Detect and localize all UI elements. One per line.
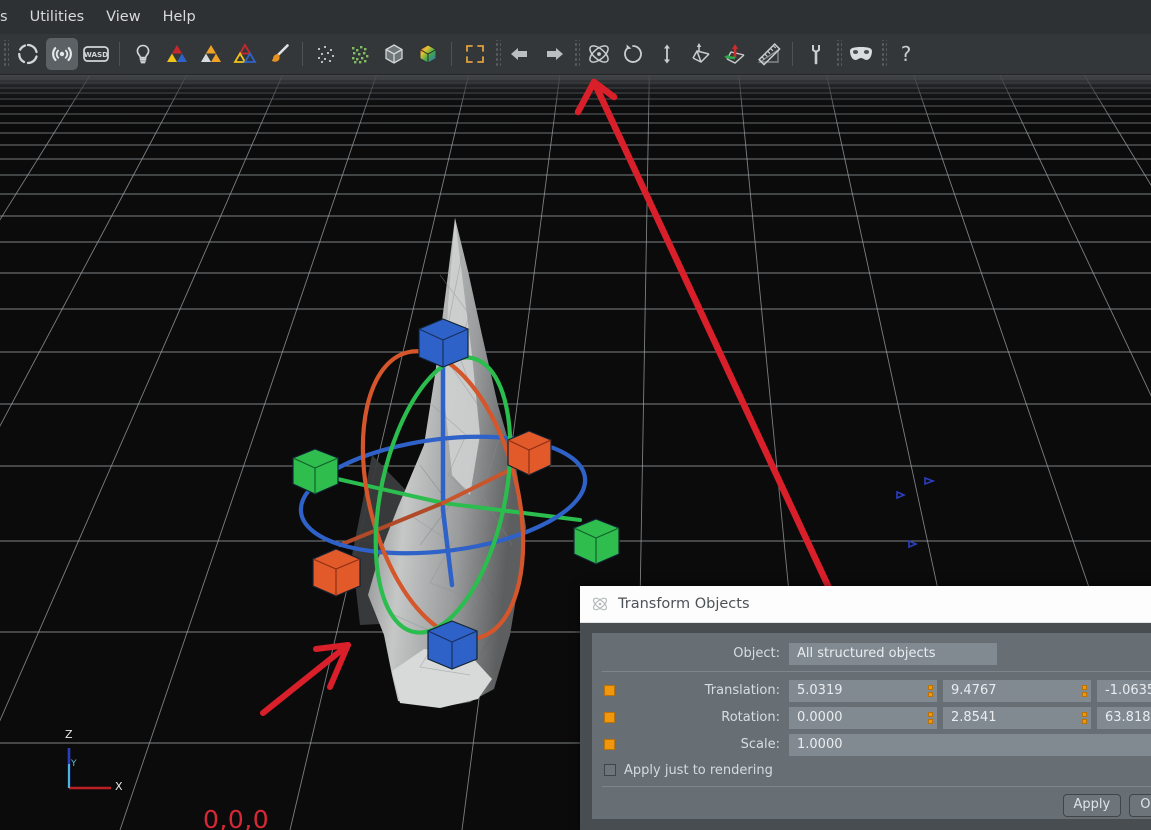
dialog-button-row: Apply OK	[592, 794, 1151, 818]
menu-view[interactable]: View	[95, 6, 151, 29]
wasd-mode-icon[interactable]: WASD	[80, 38, 112, 70]
dialog-panel: Object: All structured objects Translati…	[592, 633, 1151, 819]
menu-help[interactable]: Help	[152, 6, 207, 29]
toolbar-separator	[792, 42, 793, 66]
rotate-icon[interactable]	[617, 38, 649, 70]
translation-z-input[interactable]: -1.0635	[1097, 679, 1151, 702]
scale-axis-icon[interactable]	[651, 38, 683, 70]
rotation-label: Rotation:	[721, 710, 780, 725]
apply-button[interactable]: Apply	[1062, 794, 1122, 818]
axis-label-x: X	[115, 780, 123, 793]
rotation-x-stepper[interactable]	[923, 706, 937, 729]
axis-orientation-gizmo: Z Y X	[55, 728, 145, 800]
toolbar-grip[interactable]	[494, 40, 501, 68]
wrench-icon[interactable]	[800, 38, 832, 70]
menu-utilities[interactable]: Utilities	[19, 6, 96, 29]
sparse-points-icon[interactable]	[310, 38, 342, 70]
rotation-row: Rotation: 0.0000 2.8541 63.8186	[592, 705, 1151, 730]
apply-just-to-rendering-checkbox[interactable]	[604, 764, 616, 776]
toolbar-grip[interactable]	[880, 40, 887, 68]
light-bulb-icon[interactable]	[127, 38, 159, 70]
rotation-y-input[interactable]: 2.8541	[943, 706, 1077, 729]
mesh-color-wire-icon[interactable]	[229, 38, 261, 70]
object-row: Object: All structured objects	[592, 641, 1151, 666]
orbit-mode-icon[interactable]	[12, 38, 44, 70]
apply-just-to-rendering-label: Apply just to rendering	[624, 762, 773, 778]
toolbar-grip[interactable]	[835, 40, 842, 68]
translation-y-stepper[interactable]	[1077, 679, 1091, 702]
axis-label-z: Z	[65, 728, 73, 741]
textured-cube-icon[interactable]	[412, 38, 444, 70]
dialog-body: Object: All structured objects Translati…	[580, 623, 1151, 830]
rotation-lock-toggle[interactable]	[604, 712, 615, 723]
apply-just-to-rendering-row[interactable]: Apply just to rendering	[592, 759, 1151, 781]
solid-cube-icon[interactable]	[378, 38, 410, 70]
origin-annotation: 0,0,0	[203, 805, 270, 830]
redo-arrow-icon[interactable]	[538, 38, 570, 70]
translation-label: Translation:	[704, 683, 780, 698]
object-label: Object:	[733, 646, 780, 661]
undo-arrow-icon[interactable]	[504, 38, 536, 70]
app-window: ls Utilities View Help	[0, 0, 1151, 830]
main-toolbar: WASD ?	[0, 34, 1151, 75]
rotation-y-stepper[interactable]	[1077, 706, 1091, 729]
help-question-icon[interactable]: ?	[890, 38, 922, 70]
camera-axes-icon[interactable]	[685, 38, 717, 70]
toolbar-separator	[451, 42, 452, 66]
turntable-mode-icon[interactable]	[46, 38, 78, 70]
menu-bar: ls Utilities View Help	[0, 0, 1151, 34]
translation-x-input[interactable]: 5.0319	[789, 679, 923, 702]
set-orientation-icon[interactable]	[719, 38, 751, 70]
scale-label: Scale:	[740, 737, 780, 752]
toolbar-separator	[119, 42, 120, 66]
paintbrush-icon[interactable]	[263, 38, 295, 70]
rotation-x-input[interactable]: 0.0000	[789, 706, 923, 729]
toolbar-grip[interactable]	[573, 40, 580, 68]
dense-points-icon[interactable]	[344, 38, 376, 70]
scale-input[interactable]: 1.0000	[789, 733, 1151, 756]
translation-lock-toggle[interactable]	[604, 685, 615, 696]
dialog-title: Transform Objects	[618, 596, 750, 612]
transform-objects-icon	[590, 594, 610, 614]
svg-text:?: ?	[901, 42, 912, 66]
translation-row: Translation: 5.0319 9.4767 -1.0635	[592, 678, 1151, 703]
dialog-titlebar[interactable]: Transform Objects	[580, 586, 1151, 623]
svg-text:WASD: WASD	[84, 50, 108, 59]
rotation-z-input[interactable]: 63.8186	[1097, 706, 1151, 729]
toolbar-grip[interactable]	[2, 40, 9, 68]
scale-row: Scale: 1.0000	[592, 732, 1151, 757]
transform-objects-icon[interactable]	[583, 38, 615, 70]
ok-button[interactable]: OK	[1129, 794, 1151, 818]
divider	[602, 671, 1151, 672]
selection-bracket-icon[interactable]	[459, 38, 491, 70]
translation-x-stepper[interactable]	[923, 679, 937, 702]
measure-ruler-icon[interactable]	[753, 38, 785, 70]
translation-y-input[interactable]: 9.4767	[943, 679, 1077, 702]
divider	[602, 786, 1151, 787]
mesh-color-shaded-icon[interactable]	[195, 38, 227, 70]
menu-tools[interactable]: ls	[0, 6, 19, 29]
object-select[interactable]: All structured objects	[789, 642, 997, 665]
toolbar-separator	[302, 42, 303, 66]
mesh-color-rgb-icon[interactable]	[161, 38, 193, 70]
axis-label-y: Y	[71, 759, 77, 769]
scale-lock-toggle[interactable]	[604, 739, 615, 750]
mask-icon[interactable]	[845, 38, 877, 70]
transform-objects-dialog[interactable]: Transform Objects Object: All structured…	[580, 586, 1151, 830]
